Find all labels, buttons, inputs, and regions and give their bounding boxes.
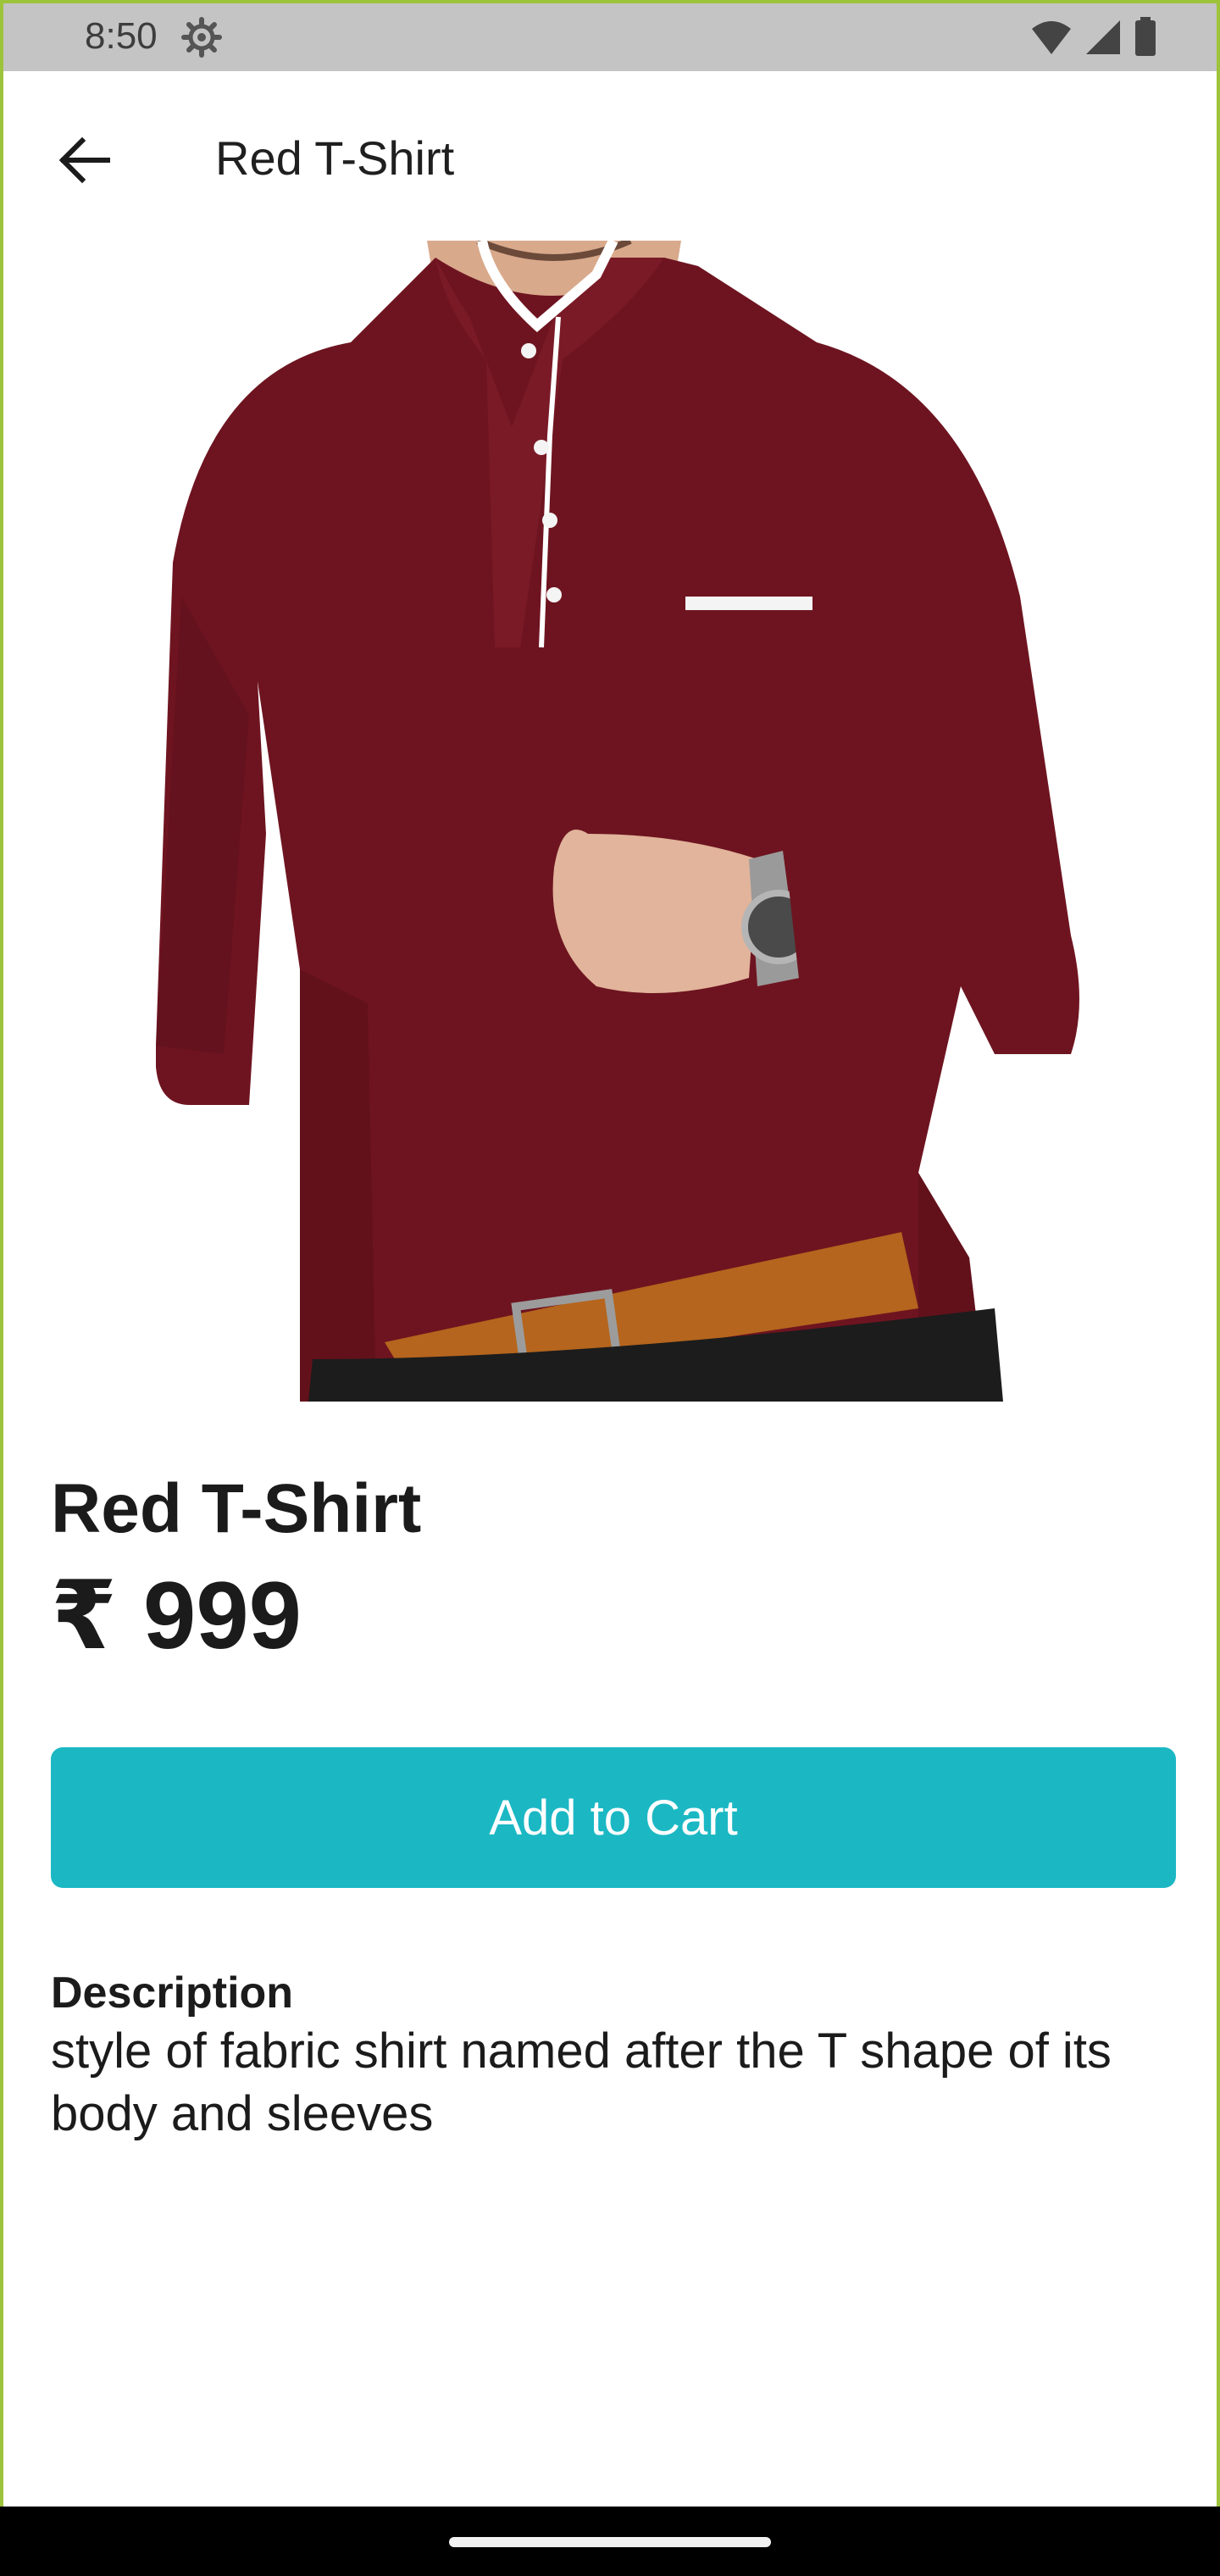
page-title: Red T-Shirt [215, 131, 455, 185]
app-bar: Red T-Shirt [3, 71, 1217, 241]
signal-icon [1084, 19, 1122, 60]
app-screen: 8:50 Red T-Shirt Red T-Shirt ₹ 999 Add t… [0, 0, 1220, 2507]
settings-gear-icon [181, 17, 222, 58]
home-gesture-handle[interactable] [449, 2537, 771, 2547]
product-image [156, 241, 1079, 1427]
arrow-left-icon [57, 136, 111, 188]
status-icons [1030, 17, 1157, 60]
battery-icon [1134, 17, 1157, 60]
product-price: ₹ 999 [51, 1563, 302, 1668]
add-to-cart-button[interactable]: Add to Cart [51, 1747, 1176, 1888]
description-text: style of fabric shirt named after the T … [51, 2024, 1112, 2141]
wifi-icon [1030, 19, 1073, 60]
product-name: Red T-Shirt [51, 1470, 422, 1547]
status-time: 8:50 [85, 15, 158, 57]
system-nav-bar [0, 2507, 1220, 2576]
back-button[interactable] [47, 125, 120, 198]
description-heading: Description [51, 1968, 294, 2018]
status-bar: 8:50 [3, 3, 1217, 71]
